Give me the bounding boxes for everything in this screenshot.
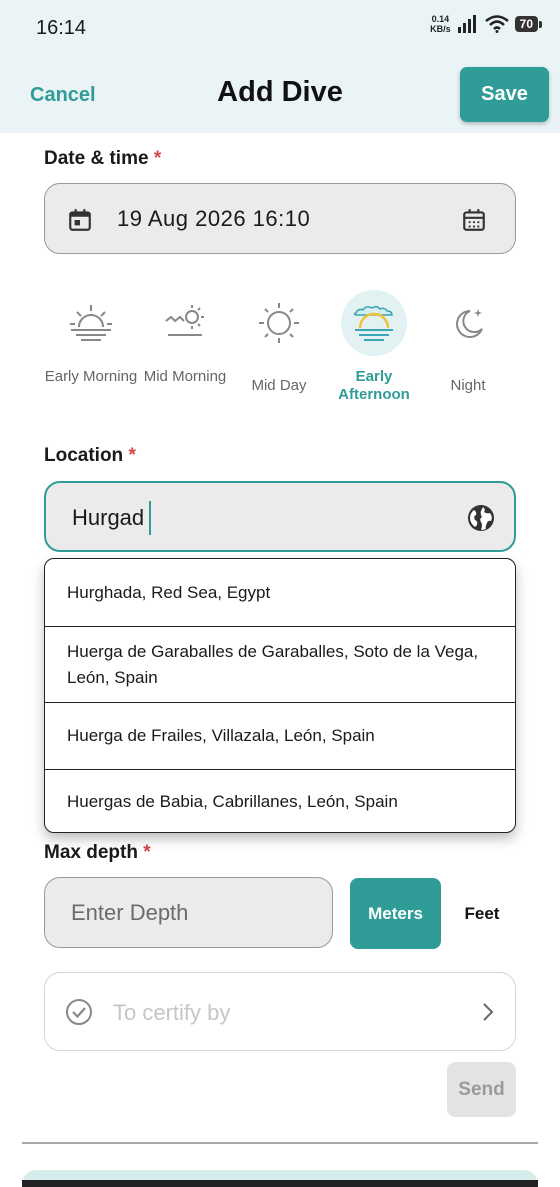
required-mark: * [128,445,136,466]
time-of-day-label: Mid Morning [143,368,227,385]
save-button[interactable]: Save [460,67,549,122]
feet-unit-button[interactable]: Feet [452,878,512,949]
certify-by-field[interactable]: To certify by [44,972,516,1051]
location-suggestions: Hurghada, Red Sea, Egypt Huerga de Garab… [44,558,516,833]
battery-indicator: 70 [514,16,543,32]
app-bar: Cancel Add Dive Save [0,58,560,133]
text-caret [149,501,151,535]
required-mark: * [153,148,162,169]
location-field[interactable] [44,481,516,552]
location-suggestion[interactable]: Hurghada, Red Sea, Egypt [45,559,515,627]
send-button[interactable]: Send [447,1062,516,1117]
globe-icon[interactable] [466,503,496,533]
location-label: Location * [44,445,136,467]
date-time-field[interactable]: 19 Aug 2026 16:10 [44,183,516,254]
status-time: 16:14 [36,17,87,39]
calendar-icon[interactable] [461,207,487,233]
sunset-clouds-icon [341,290,407,356]
meters-unit-button[interactable]: Meters [350,878,441,949]
status-icons: 0.14 KB/s 70 [430,14,543,34]
time-of-day-night[interactable]: Night [421,290,515,395]
required-mark: * [143,842,151,863]
network-speed-unit: KB/s [430,24,451,34]
cancel-button[interactable]: Cancel [30,84,96,107]
location-label-text: Location [44,445,124,466]
time-of-day-label: Mid Day [251,377,307,394]
sun-cloud-horizon-icon [152,290,218,356]
max-depth-label-text: Max depth [44,842,138,863]
time-of-day-mid-day[interactable]: Mid Day [232,290,326,395]
location-suggestion[interactable]: Huerga de Frailes, Villazala, León, Spai… [45,703,515,770]
sun-icon [246,290,312,356]
time-of-day-label: Early Afternoon [338,368,410,403]
date-time-label: Date & time * [44,148,161,170]
gesture-bar [22,1180,538,1187]
time-of-day-early-morning[interactable]: Early Morning [44,290,138,386]
time-of-day-mid-morning[interactable]: Mid Morning [138,290,232,386]
sunrise-icon [58,290,124,356]
date-time-value: 19 Aug 2026 16:10 [117,206,311,231]
location-input[interactable] [72,503,452,533]
time-of-day-label: Night [450,377,486,394]
signal-icon [457,15,476,33]
network-speed: 0.14 KB/s [430,14,451,34]
divider [22,1142,538,1144]
location-suggestion[interactable]: Huerga de Garaballes de Garaballes, Soto… [45,627,515,703]
status-bar: 16:14 0.14 KB/s 70 [0,0,560,58]
time-of-day-early-afternoon[interactable]: Early Afternoon [327,290,421,404]
certify-by-placeholder: To certify by [113,1000,231,1025]
chevron-right-icon [483,1003,494,1021]
moon-star-icon [435,290,501,356]
calendar-event-icon [69,209,91,231]
date-time-label-text: Date & time [44,148,149,169]
wifi-icon [484,15,509,33]
check-circle-icon [66,999,92,1025]
location-suggestion[interactable]: Huergas de Babia, Cabrillanes, León, Spa… [45,770,515,832]
depth-input[interactable] [71,898,311,928]
max-depth-field[interactable] [44,877,333,948]
max-depth-label: Max depth * [44,842,151,864]
network-speed-value: 0.14 [431,14,450,24]
time-of-day-label: Early Morning [44,368,138,385]
